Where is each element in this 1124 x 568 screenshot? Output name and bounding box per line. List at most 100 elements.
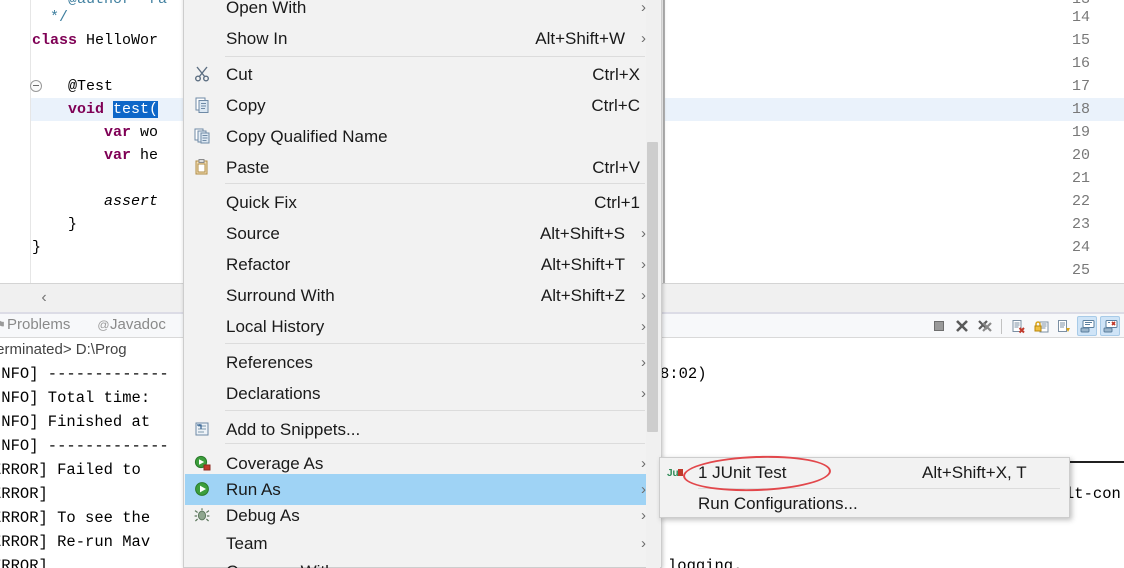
scroll-left-arrow-icon[interactable]: ‹ [33, 288, 55, 308]
console-line: ERROR] [0, 485, 48, 503]
console-line: ERROR] [0, 557, 48, 568]
clear-console-icon[interactable] [1008, 316, 1028, 336]
remove-all-launches-icon[interactable] [975, 316, 995, 336]
console-output-right[interactable]: 8:02) lt-con logging. [660, 338, 1124, 568]
menu-item-quick-fix[interactable]: Quick Fix Ctrl+1 [185, 187, 662, 218]
problems-icon: ⚑ [0, 318, 6, 332]
line-number: 23 [1071, 216, 1090, 233]
copy-icon [194, 97, 214, 115]
editor-gutter[interactable] [0, 0, 31, 283]
menu-item-paste[interactable]: Paste Ctrl+V [185, 152, 662, 183]
menu-item-label: Coverage As [226, 453, 324, 473]
menu-item-copy[interactable]: Copy Ctrl+C [185, 90, 662, 121]
copy-qualified-icon [194, 128, 214, 146]
menu-item-team[interactable]: Team › [185, 528, 662, 559]
context-menu-scroll-thumb[interactable] [647, 142, 658, 432]
menu-item-label: Debug As [226, 505, 300, 525]
menu-item-label: Refactor [226, 254, 291, 274]
menu-item-label: Compare With [226, 562, 335, 568]
svg-text:Ju: Ju [667, 468, 679, 479]
menu-item-declarations[interactable]: Declarations › [185, 378, 662, 409]
line-number: 17 [1071, 78, 1090, 95]
junit-test-label: 1 JUnit Test [698, 463, 787, 482]
paste-icon [194, 158, 214, 177]
console-line: ERROR] To see the [0, 509, 151, 527]
tab-problems[interactable]: ⚑Problems [0, 316, 70, 333]
remove-launch-icon[interactable] [952, 316, 972, 336]
menu-item-compare-with[interactable]: Compare With› [185, 556, 662, 568]
menu-separator [225, 410, 645, 411]
code-line: } [32, 239, 42, 256]
menu-item-accelerator: Alt+Shift+S [539, 223, 625, 243]
menu-item-accelerator: Alt+Shift+T [540, 254, 625, 274]
tab-javadoc[interactable]: @Javadoc [97, 316, 166, 333]
context-menu[interactable]: Open With › Show In Alt+Shift+W › Cut Ctrl+X Co… [183, 0, 662, 568]
tab-problems-label: Problems [7, 316, 71, 333]
menu-item-cut[interactable]: Cut Ctrl+X [185, 59, 662, 90]
menu-item-label: Surround With [226, 285, 335, 305]
code-line: void test( [68, 101, 159, 118]
snippets-icon [194, 421, 214, 439]
menu-item-local-history[interactable]: Local History › [185, 311, 662, 342]
menu-item-label: Quick Fix [226, 192, 297, 212]
menu-item-open-with[interactable]: Open With › [185, 0, 662, 23]
menu-item-run-configurations[interactable]: Run Configurations... [660, 489, 1069, 519]
line-number: 14 [1071, 9, 1090, 26]
console-toolbar [929, 315, 1120, 337]
run-as-submenu[interactable]: Ju 1 JUnit Test Alt+Shift+X, T Run Confi… [659, 457, 1070, 518]
menu-item-accelerator: Alt+Shift+W [535, 28, 625, 48]
line-number: 25 [1071, 262, 1090, 279]
coverage-icon [194, 455, 214, 473]
menu-item-label: Team [226, 533, 268, 553]
menu-item-label: Declarations [226, 383, 321, 403]
menu-item-label: Cut [226, 64, 253, 84]
eclipse-ide-screenshot: 13 * @author ra14 */15class HelloWor1617… [0, 0, 1124, 568]
menu-item-references[interactable]: References › [185, 347, 662, 378]
gutter-rule [30, 0, 31, 283]
line-number: 22 [1071, 193, 1090, 210]
javadoc-icon: @ [97, 318, 110, 332]
code-line: assert [104, 193, 159, 210]
terminate-icon[interactable] [929, 316, 949, 336]
menu-item-label: Local History [226, 316, 325, 336]
scroll-lock-icon[interactable] [1031, 316, 1051, 336]
line-number: 24 [1071, 239, 1090, 256]
console-line: logging. [668, 557, 743, 568]
menu-item-accelerator: Ctrl+V [592, 157, 640, 177]
context-menu-scrollbar[interactable] [646, 0, 660, 568]
menu-item-label: References [226, 352, 313, 372]
menu-item-refactor[interactable]: Refactor Alt+Shift+T › [185, 249, 662, 280]
menu-item-accelerator: Ctrl+X [592, 64, 640, 84]
console-line: 8:02) [660, 365, 707, 383]
pin-console-icon[interactable] [1054, 316, 1074, 336]
menu-item-accelerator: Ctrl+1 [594, 192, 640, 212]
junit-test-accel: Alt+Shift+X, T [922, 463, 1027, 482]
console-line: ERROR] Failed to [0, 461, 141, 479]
debug-icon [194, 507, 214, 525]
menu-item-accelerator: Alt+Shift+Z [540, 285, 625, 305]
menu-item-surround-with[interactable]: Surround With Alt+Shift+Z › [185, 280, 662, 311]
code-line: class HelloWor [32, 32, 159, 49]
menu-item-label: Source [226, 223, 280, 243]
display-selected-console-icon[interactable] [1077, 316, 1097, 336]
run-icon [194, 481, 214, 499]
code-line: @Test [32, 78, 114, 95]
menu-item-source[interactable]: Source Alt+Shift+S › [185, 218, 662, 249]
toolbar-separator [1001, 318, 1002, 334]
line-number: 16 [1071, 55, 1090, 72]
run-configurations-label: Run Configurations... [698, 494, 858, 513]
console-line: INFO] Total time: [0, 389, 151, 407]
junit-icon: Ju [667, 465, 687, 481]
menu-item-label: Add to Snippets... [226, 419, 361, 439]
line-number: 20 [1071, 147, 1090, 164]
code-line: */ [50, 9, 69, 26]
menu-item-add-to-snippets[interactable]: Add to Snippets... [185, 414, 662, 445]
open-console-icon[interactable] [1100, 316, 1120, 336]
menu-item-debug-as[interactable]: Debug As › [185, 500, 662, 531]
menu-item-show-in[interactable]: Show In Alt+Shift+W › [185, 23, 662, 54]
console-line: lt-con [1065, 485, 1121, 503]
menu-item-copy-qualified-name[interactable]: Copy Qualified Name [185, 121, 662, 152]
tab-javadoc-label: Javadoc [110, 316, 166, 333]
menu-item-junit-test[interactable]: Ju 1 JUnit Test Alt+Shift+X, T [660, 458, 1069, 488]
code-line: var wo [104, 124, 159, 141]
